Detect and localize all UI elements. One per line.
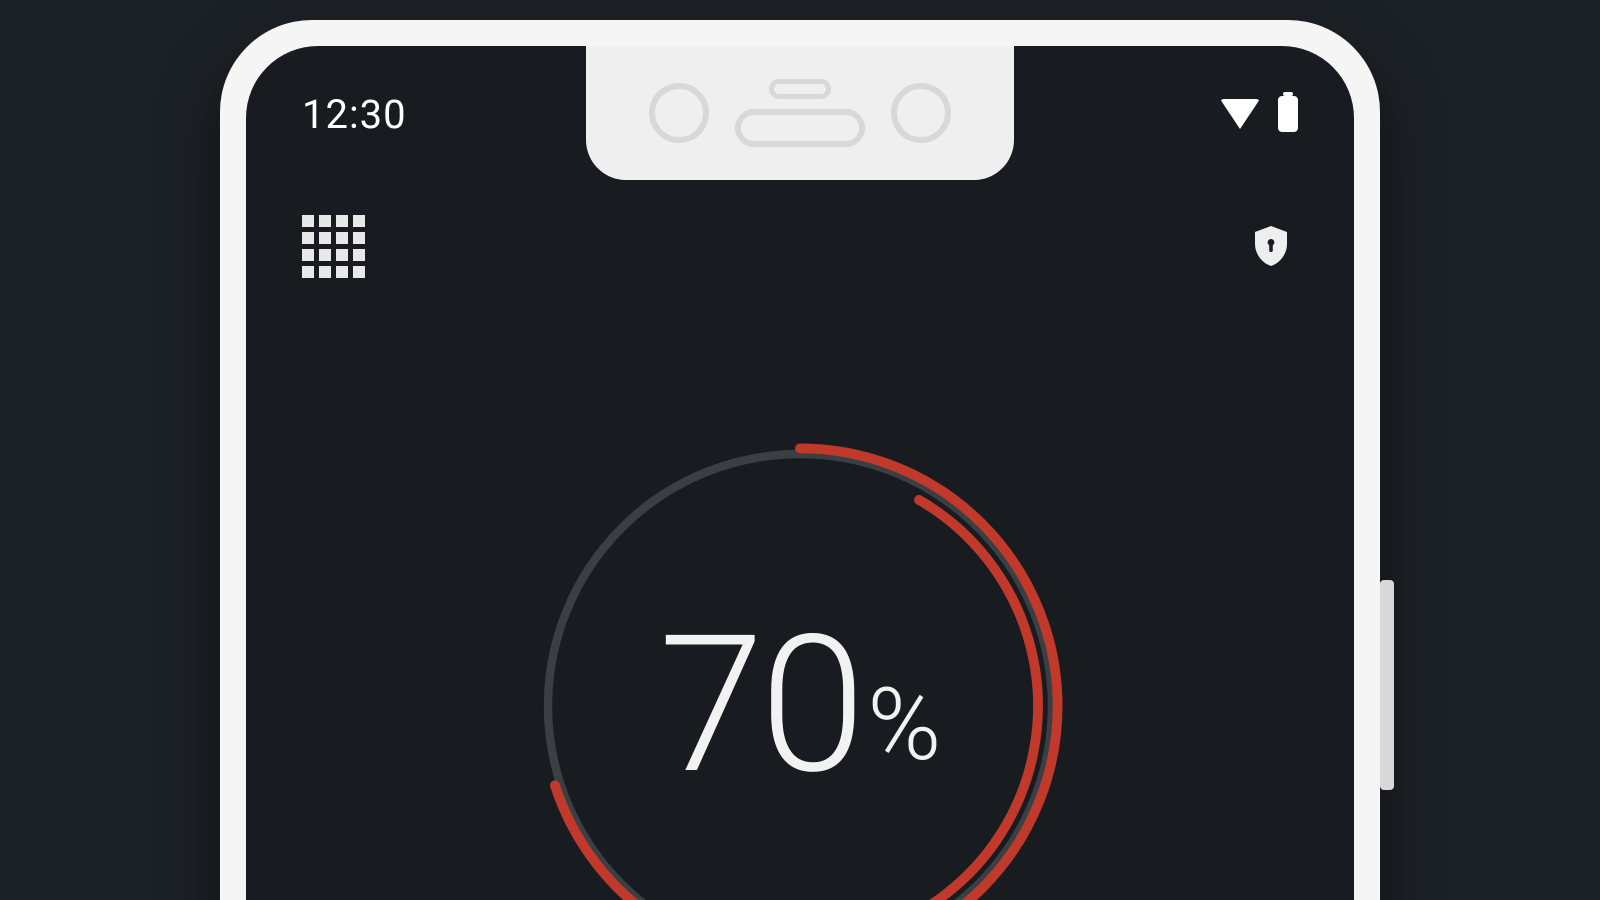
status-time: 12:30 xyxy=(302,91,407,138)
apps-grid-icon[interactable] xyxy=(302,215,365,278)
gauge-label: 70 % xyxy=(520,426,1080,900)
shield-lock-icon[interactable] xyxy=(1244,219,1298,273)
gauge-percent-number: 70 xyxy=(659,611,862,801)
phone-screen: 12:30 xyxy=(246,46,1354,900)
phone-side-button xyxy=(1380,580,1394,790)
app-header xyxy=(246,206,1354,286)
wifi-icon xyxy=(1220,99,1260,129)
gauge-percent-symbol: % xyxy=(867,667,941,784)
phone-frame: 12:30 xyxy=(220,20,1380,900)
battery-icon xyxy=(1278,96,1298,132)
progress-gauge: 70 % xyxy=(520,426,1080,900)
status-bar: 12:30 xyxy=(246,82,1354,146)
